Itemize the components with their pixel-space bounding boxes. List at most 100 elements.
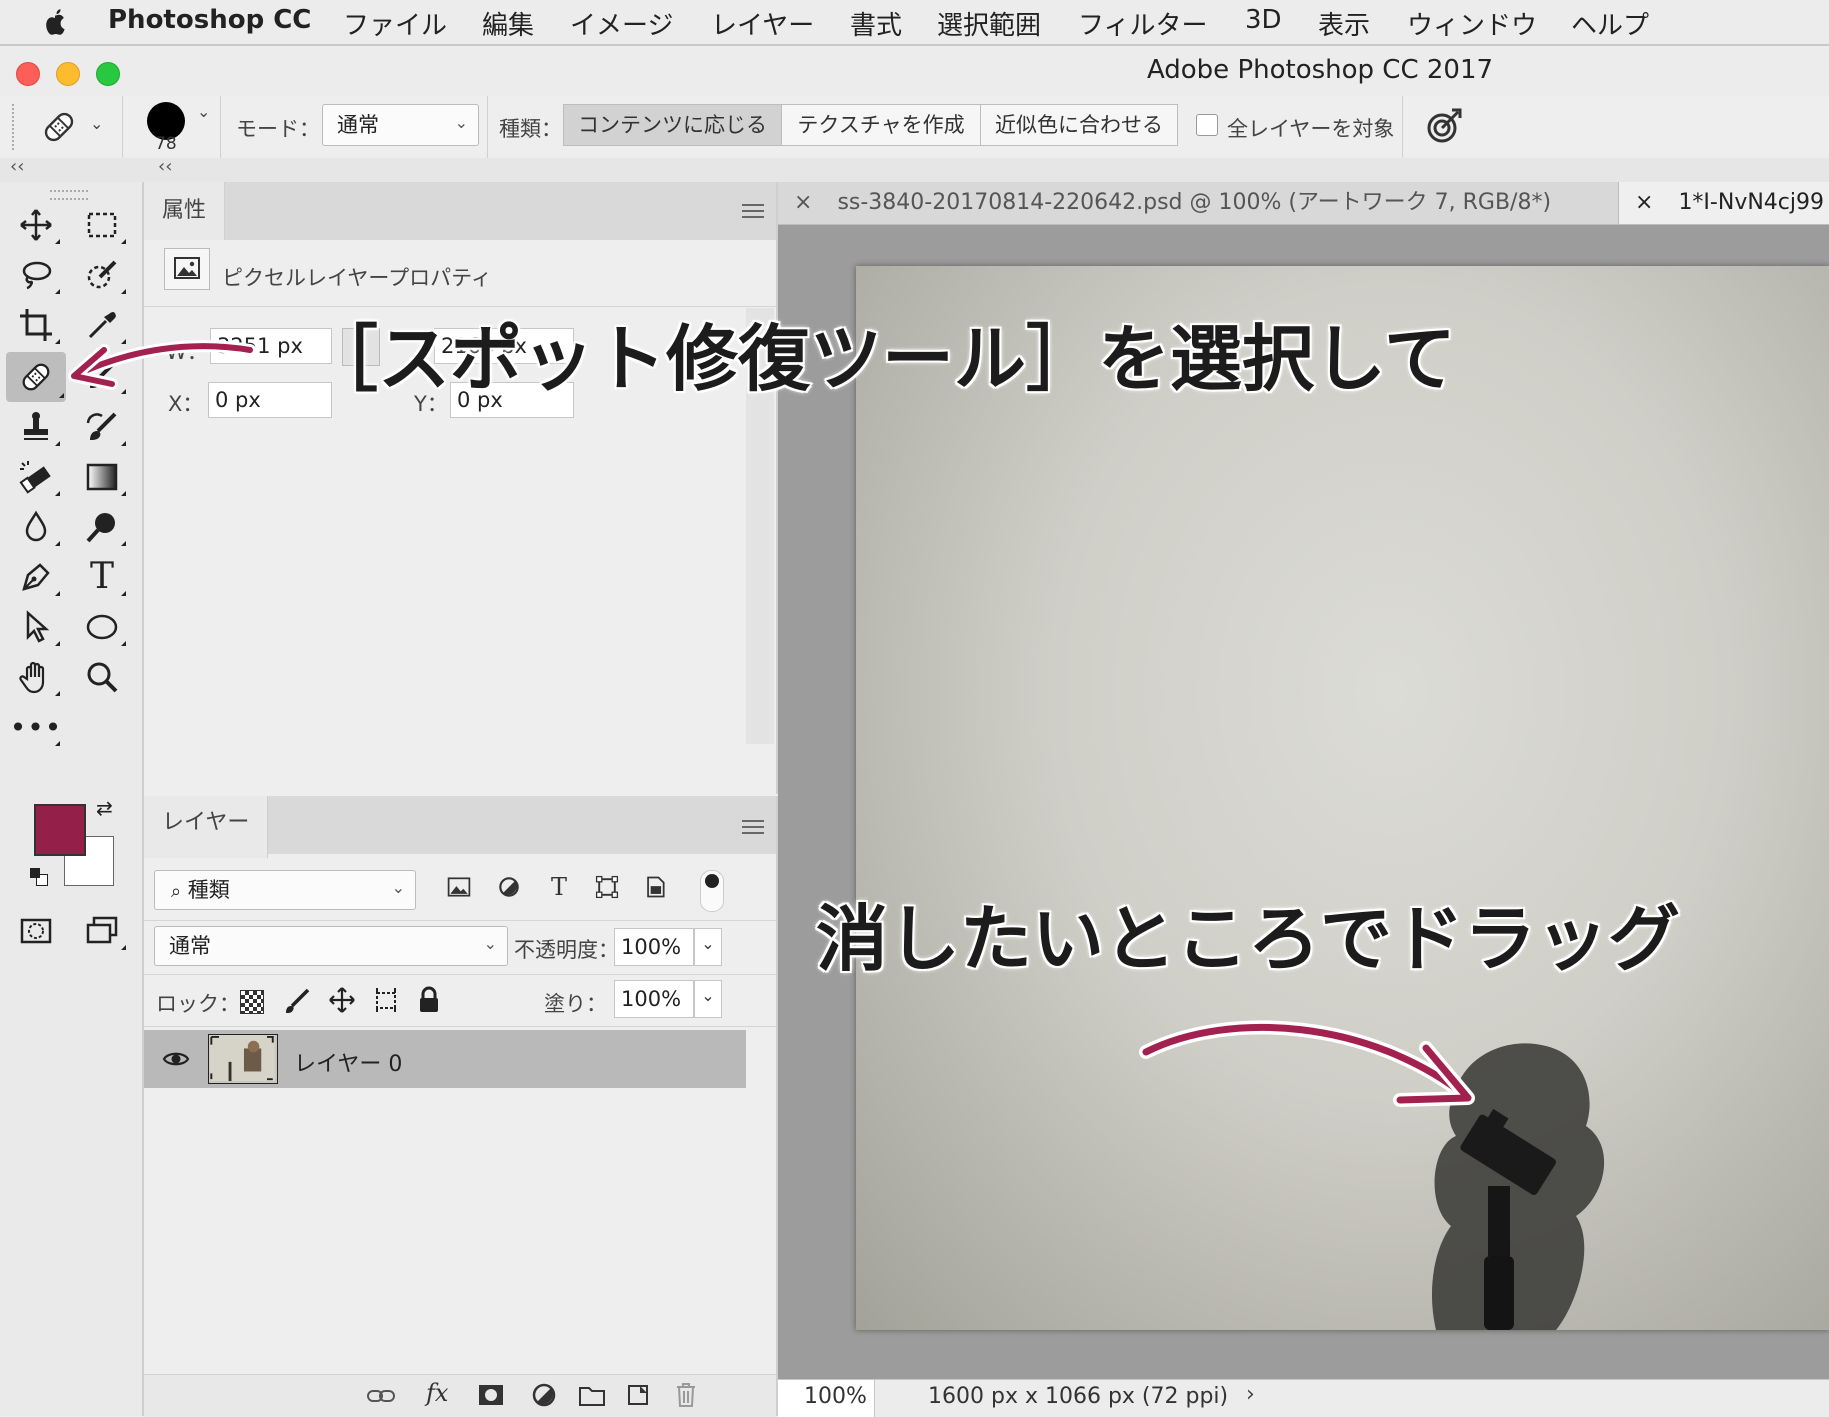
menu-file[interactable]: ファイル — [343, 5, 447, 42]
filter-shape-icon[interactable] — [592, 872, 622, 902]
menu-3d[interactable]: 3D — [1245, 5, 1282, 35]
menu-edit[interactable]: 編集 — [482, 5, 534, 42]
chevron-down-icon: ⌄ — [483, 934, 497, 953]
clone-stamp-tool[interactable] — [10, 404, 62, 450]
lock-all-icon[interactable] — [416, 986, 442, 1014]
trash-icon[interactable] — [674, 1381, 698, 1409]
new-group-folder-icon[interactable] — [578, 1383, 606, 1407]
mode-select[interactable]: 通常 ⌄ — [322, 104, 479, 146]
new-layer-icon[interactable] — [626, 1383, 650, 1407]
chevron-right-icon[interactable]: › — [1246, 1382, 1255, 1407]
grip-handle[interactable] — [12, 104, 18, 150]
fill-dropdown-button[interactable]: ⌄ — [694, 980, 722, 1018]
spot-healing-brush-tool[interactable] — [6, 352, 66, 402]
eye-icon[interactable] — [162, 1048, 190, 1070]
foreground-color-swatch[interactable] — [34, 804, 86, 856]
collapse-tools-icon[interactable]: ‹‹ — [10, 156, 24, 177]
dodge-tool[interactable] — [76, 504, 128, 550]
swap-colors-icon[interactable]: ⇄ — [96, 796, 113, 820]
close-tab-icon[interactable]: × — [794, 190, 812, 215]
pixel-layer-icon — [164, 248, 210, 290]
path-selection-tool[interactable] — [10, 604, 62, 650]
tools-grip[interactable] — [50, 190, 88, 200]
edit-toolbar-button[interactable]: ••• — [10, 704, 62, 750]
collapse-panels-icon[interactable]: ‹‹ — [158, 156, 172, 177]
menu-select[interactable]: 選択範囲 — [937, 5, 1041, 42]
pressure-size-icon[interactable] — [1424, 106, 1464, 146]
menu-layer[interactable]: レイヤー — [711, 5, 814, 42]
screen-mode-button[interactable] — [76, 908, 128, 954]
zoom-level-field[interactable]: 100% — [778, 1380, 875, 1417]
chevron-down-icon[interactable]: ⌄ — [197, 102, 210, 121]
filter-smart-object-icon[interactable] — [640, 872, 670, 902]
type-proximity-match-button[interactable]: 近似色に合わせる — [980, 104, 1178, 146]
gradient-tool[interactable] — [76, 454, 128, 500]
menu-window[interactable]: ウィンドウ — [1407, 5, 1537, 42]
layer-filter-select[interactable]: ⌕ 種類 ⌄ — [154, 870, 416, 910]
layer-style-fx-icon[interactable]: fx — [426, 1379, 448, 1407]
search-icon: ⌕ — [171, 881, 182, 902]
tab-layers[interactable]: レイヤー — [144, 796, 269, 858]
document-canvas[interactable] — [856, 266, 1829, 1330]
rect-marquee-icon — [87, 212, 117, 238]
close-tab-icon[interactable]: × — [1635, 190, 1653, 215]
fill-field[interactable]: 100% — [614, 980, 694, 1018]
default-colors-icon[interactable] — [30, 868, 48, 886]
lock-image-pixels-icon[interactable] — [284, 986, 312, 1014]
marquee-tool[interactable] — [76, 202, 128, 248]
lock-artboard-icon[interactable] — [372, 986, 400, 1014]
quick-mask-button[interactable] — [10, 908, 62, 954]
layer-name[interactable]: レイヤー 0 — [294, 1046, 402, 1078]
quick-selection-tool[interactable] — [76, 252, 128, 298]
eraser-tool[interactable] — [10, 454, 62, 500]
menu-app-name[interactable]: Photoshop CC — [108, 5, 311, 35]
tab-properties[interactable]: 属性 — [144, 182, 226, 240]
zoom-tool[interactable] — [76, 654, 128, 700]
add-mask-icon[interactable] — [478, 1383, 504, 1407]
move-tool[interactable] — [10, 202, 62, 248]
document-tab-active[interactable]: × 1*I-NvN4cj99 — [1618, 182, 1829, 224]
menu-image[interactable]: イメージ — [570, 5, 673, 42]
history-brush-tool[interactable] — [76, 404, 128, 450]
move-icon — [20, 209, 52, 241]
lasso-tool[interactable] — [10, 252, 62, 298]
apple-icon[interactable] — [38, 6, 72, 38]
filter-type-icon[interactable]: T — [544, 872, 574, 902]
layer-row[interactable]: レイヤー 0 — [144, 1030, 746, 1088]
brush-tool[interactable] — [76, 352, 128, 398]
lock-position-icon[interactable] — [328, 986, 356, 1014]
opacity-field[interactable]: 100% — [614, 928, 694, 966]
blur-tool[interactable] — [10, 504, 62, 550]
sample-all-layers-label[interactable]: 全レイヤーを対象 — [1227, 113, 1394, 143]
new-adjustment-layer-icon[interactable] — [532, 1383, 556, 1407]
ellipse-tool[interactable] — [76, 604, 128, 650]
filter-pixel-icon[interactable] — [444, 872, 474, 902]
filter-adjustment-icon[interactable] — [494, 872, 524, 902]
chevron-down-icon: ⌄ — [391, 878, 405, 897]
menu-view[interactable]: 表示 — [1318, 5, 1370, 42]
panel-collapse-strip: ‹‹ ‹‹ — [0, 156, 1829, 182]
panel-menu-icon[interactable] — [742, 820, 764, 834]
fill-label: 塗り： — [544, 992, 607, 1016]
document-tab-inactive[interactable]: × ss-3840-20170814-220642.psd @ 100% (アー… — [778, 182, 1618, 224]
tool-preset-picker[interactable]: ⌄ — [38, 106, 108, 148]
menu-type[interactable]: 書式 — [850, 5, 902, 42]
type-tool[interactable]: T — [76, 554, 128, 600]
pen-icon — [22, 563, 50, 591]
crop-tool[interactable] — [10, 302, 62, 348]
type-content-aware-button[interactable]: コンテンツに応じる — [563, 104, 782, 146]
blend-mode-select[interactable]: 通常 ⌄ — [154, 926, 508, 966]
lock-transparent-pixels-icon[interactable] — [240, 990, 264, 1014]
hand-tool[interactable] — [10, 654, 62, 700]
menu-help[interactable]: ヘルプ — [1571, 5, 1649, 42]
menu-filter[interactable]: フィルター — [1078, 5, 1207, 42]
eyedropper-tool[interactable] — [76, 302, 128, 348]
link-layers-icon[interactable] — [366, 1385, 396, 1407]
divider — [487, 96, 488, 158]
type-create-texture-button[interactable]: テクスチャを作成 — [781, 104, 981, 146]
sample-all-layers-checkbox[interactable] — [1196, 114, 1218, 136]
panel-menu-icon[interactable] — [742, 204, 764, 218]
filter-toggle-switch[interactable] — [700, 870, 724, 912]
opacity-dropdown-button[interactable]: ⌄ — [694, 928, 722, 966]
pen-tool[interactable] — [10, 554, 62, 600]
